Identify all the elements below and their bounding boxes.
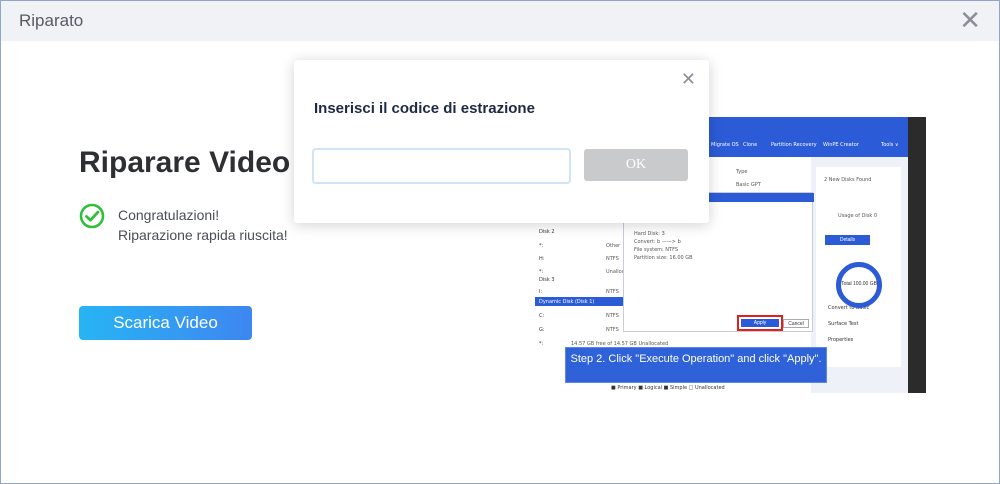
thumb-usage-label: Usage of Disk 0 [838,213,878,219]
thumb-dialog-field: File system: NTFS [634,247,679,253]
thumb-toolbar-item: WinPE Creator [823,142,859,148]
page-heading: Riparare Video [79,146,291,179]
thumb-toolbar-item: Tools ∨ [881,142,899,148]
thumb-disks-found: 2 New Disks Found [824,177,872,183]
thumb-disk-row: C: [539,313,545,319]
thumb-cell: NTFS [606,289,619,295]
thumb-toolbar-item: Clone [743,142,758,148]
thumb-disk-row: I: [539,289,543,295]
dialog-close-icon[interactable]: ✕ [681,69,696,90]
extraction-code-dialog: ✕ Inserisci il codice di estrazione OK [294,60,709,223]
dialog-title: Inserisci il codice di estrazione [314,100,535,117]
thumb-action: Surface Test [828,321,859,327]
thumb-cancel-button: Cancel [783,319,809,328]
thumb-action: Properties [828,337,854,343]
download-video-button[interactable]: Scarica Video [79,306,252,340]
thumb-apply-button: Apply [741,319,779,327]
thumb-toolbar-item: Partition Recovery [771,142,817,148]
thumb-cell: NTFS [606,327,619,333]
status-message: Congratulazioni! Riparazione rapida rius… [118,205,288,245]
thumb-disk-row: G: [539,327,545,333]
extraction-code-input[interactable] [312,148,571,184]
thumb-disk-row: *: [539,243,544,249]
thumb-details-button: Details [825,235,870,245]
thumb-usage-ring: Total 100.00 GB [836,262,882,308]
app-window: Riparato ✕ Riparare Video Congratulazion… [0,0,1000,484]
thumb-toolbar-item: Migrate OS [711,142,739,148]
thumb-dialog-field: Partition size: 16.00 GB [634,255,693,261]
thumb-dialog-field: Convert: b ——> b [634,239,681,245]
thumb-cell: Basic GPT [736,182,761,188]
thumb-cell: NTFS [606,256,619,262]
thumb-ring-total: Total 100.00 GB [841,281,877,287]
thumb-dialog-field: Hard Disk: 3 [634,231,665,237]
window-title: Riparato [19,11,84,30]
thumb-disk-row: H: [539,256,545,262]
ok-button[interactable]: OK [584,149,688,181]
thumb-legend: ■ Primary ■ Logical ■ Simple □ Unallocat… [611,385,725,391]
thumb-disk-row: Dynamic Disk (Disk 1) [539,299,595,305]
thumb-step-banner: Step 2. Click "Execute Operation" and cl… [565,347,827,383]
thumb-cell: Other [606,243,621,249]
window-close-icon[interactable]: ✕ [959,7,981,33]
thumb-disk-row: *: [539,341,544,347]
status-line-2: Riparazione rapida riuscita! [118,227,288,243]
thumb-cell: NTFS [606,313,619,319]
title-bar: Riparato ✕ [1,1,999,41]
thumb-apply-highlight: Apply [737,315,783,331]
thumb-disk-row: Disk 3 [539,277,555,283]
status-line-1: Congratulazioni! [118,207,220,223]
success-check-icon [79,203,105,229]
thumb-disk-row: *: [539,269,544,275]
thumb-disk-row: Disk 2 [539,229,555,235]
thumb-cell: Type [736,169,748,175]
